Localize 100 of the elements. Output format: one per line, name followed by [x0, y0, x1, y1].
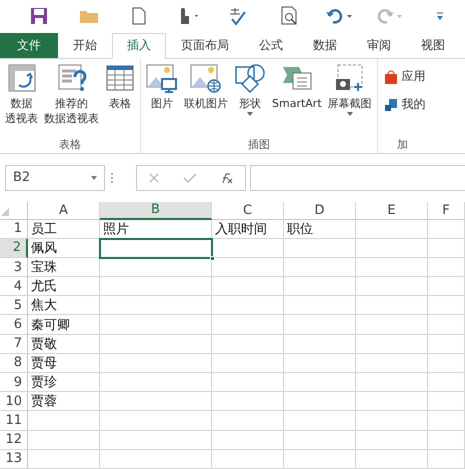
check-icon — [182, 172, 197, 184]
row-header[interactable]: 13 — [0, 450, 28, 469]
table-cell — [284, 258, 356, 278]
table-cell — [428, 392, 465, 412]
table-cell: 宝珠 — [28, 258, 100, 278]
ribbon-button[interactable]: 表格 — [102, 62, 138, 137]
table-cell — [284, 277, 356, 296]
row-header[interactable]: 3 — [0, 258, 28, 278]
formula-input[interactable] — [250, 164, 465, 191]
row-header[interactable]: 8 — [0, 354, 28, 374]
table-cell — [212, 411, 284, 431]
ribbon-button[interactable]: 屏幕截图 — [324, 62, 375, 137]
ribbon-button[interactable]: 形状 — [231, 62, 269, 137]
table-cell — [28, 430, 100, 450]
table-cell — [356, 258, 428, 278]
ribbon-button[interactable]: 联机图片 — [181, 62, 231, 137]
table-cell: 秦可卿 — [28, 315, 100, 335]
table-cell — [356, 315, 428, 335]
pivot-table-icon — [6, 62, 36, 93]
group-label: 表格 — [58, 136, 82, 153]
table-cell: 焦大 — [28, 296, 100, 316]
table-cell — [284, 450, 356, 469]
table-cell — [428, 450, 465, 469]
table-cell — [428, 334, 465, 354]
print-preview-icon — [280, 6, 299, 26]
table-cell — [356, 238, 428, 258]
cancel-icon — [148, 172, 160, 184]
fill-handle[interactable] — [210, 256, 215, 261]
row-header[interactable]: 7 — [0, 334, 28, 354]
table-cell — [28, 450, 100, 469]
table-cell — [356, 277, 428, 296]
row-header[interactable]: 4 — [0, 277, 28, 296]
table-cell: 尤氏 — [28, 277, 100, 296]
table-icon — [105, 62, 135, 93]
column-header[interactable]: A — [28, 202, 100, 220]
name-box[interactable]: B2 — [5, 164, 105, 191]
row-header[interactable]: 5 — [0, 296, 28, 316]
picture-globe-icon — [190, 62, 222, 93]
table-cell — [356, 450, 428, 469]
table-cell — [284, 334, 356, 354]
row-header[interactable]: 6 — [0, 315, 28, 335]
table-cell — [356, 296, 428, 316]
table-cell — [428, 238, 465, 258]
column-header[interactable]: E — [356, 202, 428, 220]
table-cell: 照片 — [100, 220, 212, 239]
row-header[interactable]: 12 — [0, 430, 28, 450]
table-cell — [284, 296, 356, 316]
row-header[interactable]: 10 — [0, 392, 28, 412]
column-header[interactable]: D — [284, 202, 356, 220]
table-cell — [356, 334, 428, 354]
table-cell — [428, 354, 465, 374]
table-cell — [356, 392, 428, 412]
ribbon-button[interactable]: 我的 — [380, 90, 426, 119]
ribbon-button[interactable]: 应用 — [380, 62, 426, 91]
row-header[interactable]: 2 — [0, 238, 28, 258]
table-cell — [284, 238, 356, 258]
customize-toolbar-icon — [434, 10, 445, 21]
function-icon — [220, 172, 234, 184]
undo-icon — [324, 6, 355, 25]
row-header[interactable]: 11 — [0, 411, 28, 431]
table-cell: 佩风 — [28, 238, 100, 258]
table-cell — [212, 354, 284, 374]
table-cell — [212, 258, 284, 278]
table-cell — [428, 258, 465, 278]
select-all-icon — [0, 206, 10, 217]
table-cell — [212, 277, 284, 296]
table-cell — [356, 354, 428, 374]
ribbon-button[interactable]: 推荐的 数据透视表 — [41, 62, 102, 137]
group-label: 插图 — [246, 136, 271, 153]
ribbon-button[interactable]: 数据 透视表 — [2, 62, 41, 137]
row-header[interactable]: 9 — [0, 373, 28, 392]
table-cell — [428, 315, 465, 335]
table-cell — [356, 430, 428, 450]
table-cell — [356, 411, 428, 431]
table-cell: 贾母 — [28, 354, 100, 374]
file-tab[interactable]: 文件 — [0, 32, 58, 58]
table-cell — [428, 296, 465, 316]
table-cell — [284, 315, 356, 335]
table-cell: 贾敬 — [28, 334, 100, 354]
ribbon-tab[interactable]: 插入 — [112, 32, 166, 59]
table-cell — [428, 373, 465, 392]
table-cell: 贾蓉 — [28, 392, 100, 412]
column-header[interactable]: F — [428, 202, 465, 220]
ribbon-button[interactable]: 图片 — [143, 62, 181, 137]
table-cell — [284, 373, 356, 392]
column-header[interactable]: B — [100, 202, 212, 220]
ribbon-button[interactable]: SmartArt — [269, 62, 325, 137]
table-cell — [284, 411, 356, 431]
table-cell — [428, 277, 465, 296]
dropdown-arrow-icon — [90, 174, 98, 181]
shopping-bag-icon — [384, 70, 398, 84]
row-header[interactable]: 1 — [0, 220, 28, 239]
table-cell — [428, 220, 465, 239]
table-cell — [428, 430, 465, 450]
table-cell — [356, 373, 428, 392]
new-document-icon — [132, 6, 146, 25]
column-header[interactable]: C — [212, 202, 284, 220]
table-cell — [212, 392, 284, 412]
pivot-table-question-icon — [56, 62, 86, 93]
table-cell — [212, 334, 284, 354]
